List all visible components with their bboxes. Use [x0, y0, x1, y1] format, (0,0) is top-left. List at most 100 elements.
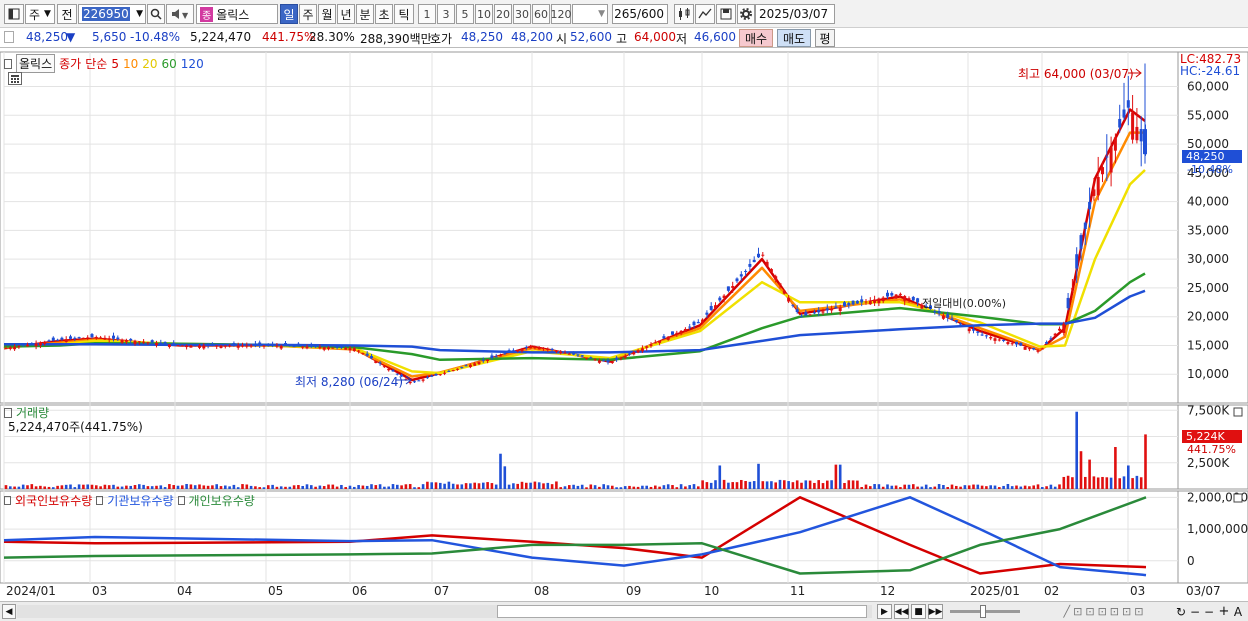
candle-body — [1062, 323, 1066, 334]
interval-3[interactable]: 3 — [437, 4, 455, 24]
volume-bar — [933, 486, 937, 489]
volume-bar — [598, 486, 601, 489]
code-input[interactable]: 226950 ▼ — [78, 4, 146, 24]
volume-bar — [99, 486, 102, 489]
period-label: 초 — [378, 7, 390, 22]
drawing-tools[interactable]: ╱⊡⊡⊡⊡⊡⊡ — [1040, 604, 1170, 619]
volume-bar — [628, 485, 631, 489]
candle-body — [365, 353, 369, 356]
interval-label: 5 — [461, 7, 469, 21]
x-axis-label: 10 — [704, 584, 719, 598]
interval-5[interactable]: 5 — [456, 4, 474, 24]
candle-body — [679, 330, 683, 334]
legend-box-icon — [4, 496, 11, 505]
period-tick[interactable]: 틱 — [394, 4, 414, 24]
volume-bar — [937, 484, 941, 489]
count-field[interactable]: 265 /600 — [612, 4, 668, 24]
candle-body — [623, 355, 627, 358]
ticker-tag[interactable]: 올릭스 — [16, 54, 56, 73]
draw-tool-icon[interactable] — [695, 4, 715, 24]
candle-body — [99, 337, 103, 339]
calculator-icon[interactable] — [8, 72, 22, 85]
interval-20[interactable]: 20 — [494, 4, 512, 24]
period-week[interactable]: 주 — [299, 4, 317, 24]
period-minute[interactable]: 분 — [356, 4, 374, 24]
legend-box-icon — [177, 496, 185, 505]
close-label: 종가 — [59, 57, 82, 71]
search-icon[interactable] — [147, 4, 165, 24]
market-select[interactable]: 주 ▼ — [25, 4, 55, 24]
scrollbar-thumb[interactable] — [497, 605, 867, 618]
candle-body — [155, 343, 158, 346]
volume-bar — [722, 479, 726, 489]
candle-body — [911, 296, 915, 301]
candle-body — [288, 345, 292, 347]
period-second[interactable]: 초 — [375, 4, 393, 24]
gear-icon[interactable] — [737, 4, 755, 24]
zoom-slider[interactable] — [950, 605, 1020, 618]
quote-bar: 48,250 ▼ 5,650 -10.48% 5,224,470 441.75%… — [0, 28, 1248, 48]
zoom-slider-thumb[interactable] — [980, 605, 986, 618]
interval-1[interactable]: 1 — [418, 4, 436, 24]
stock-name-field[interactable]: 종 올릭스 — [196, 4, 278, 24]
price-tick-label: 60,000 — [1187, 80, 1229, 94]
volume-bar — [692, 484, 696, 489]
scrollbar-track[interactable] — [17, 605, 872, 618]
candle-type-icon[interactable] — [674, 4, 694, 24]
candle-body — [56, 339, 60, 341]
candle-body — [1070, 288, 1074, 290]
zoom-fit-icon[interactable]: ↻ — [1174, 604, 1188, 619]
candle-body — [464, 365, 468, 367]
volume-bar — [370, 484, 373, 489]
period-month[interactable]: 월 — [318, 4, 336, 24]
scroll-right-icon[interactable]: ▶ — [877, 604, 892, 619]
stop-icon[interactable]: ■ — [911, 604, 926, 619]
stock-chart[interactable]: 2024/01 03 04 05 06 07 08 09 10 11 12 2025/01 02 03 03… — [0, 48, 1248, 601]
sell-button[interactable]: 매도 — [777, 29, 811, 47]
auto-scale-icon[interactable]: A — [1231, 604, 1245, 619]
zoom-in-icon[interactable]: + — [1217, 604, 1231, 619]
volume-bar — [1131, 478, 1134, 489]
minus-icon[interactable]: − — [1202, 604, 1216, 619]
interval-custom-select[interactable]: ▼ — [572, 4, 608, 24]
period-label: 년 — [340, 7, 352, 22]
volume-bar — [791, 482, 795, 489]
candle-body — [1109, 147, 1113, 173]
speaker-icon[interactable]: ▼ — [166, 4, 194, 24]
volume-bar — [361, 485, 365, 489]
candle-body — [855, 300, 859, 304]
interval-10[interactable]: 10 — [475, 4, 493, 24]
high-label: 고 — [616, 32, 628, 46]
volume-bar — [1109, 477, 1113, 489]
save-icon[interactable] — [716, 4, 736, 24]
volume-bar — [142, 484, 145, 489]
candle-body — [494, 356, 498, 358]
interval-60[interactable]: 60 — [532, 4, 550, 24]
even-button[interactable]: 평 — [815, 29, 835, 47]
candle-body — [610, 361, 614, 364]
pane-close-icon[interactable] — [1233, 407, 1243, 417]
institution-holding-label: 기관보유수량 — [107, 494, 174, 508]
interval-30[interactable]: 30 — [513, 4, 531, 24]
candle-body — [370, 356, 373, 359]
scroll-left-icon[interactable]: ◀ — [2, 604, 16, 619]
period-day[interactable]: 일 — [280, 4, 298, 24]
volume-bar — [322, 486, 326, 489]
buy-button[interactable]: 매수 — [739, 29, 773, 47]
candle-body — [499, 355, 502, 357]
forward-icon[interactable]: ▶▶ — [928, 604, 943, 619]
volume-bar — [679, 484, 683, 489]
volume-bar — [1071, 477, 1074, 489]
prev-button[interactable]: 전 — [57, 4, 77, 24]
interval-120[interactable]: 120 — [551, 4, 572, 24]
candle-body — [589, 357, 593, 359]
volume-bar — [795, 480, 799, 489]
rewind-icon[interactable]: ◀◀ — [894, 604, 909, 619]
period-year[interactable]: 년 — [337, 4, 355, 24]
volume-bar — [654, 485, 657, 489]
candle-body — [262, 345, 266, 347]
date-field[interactable]: 2025/03/07 — [755, 4, 835, 24]
zoom-out-icon[interactable]: − — [1189, 604, 1201, 619]
window-menu-icon[interactable] — [4, 4, 24, 24]
pane-close-icon[interactable] — [1233, 493, 1243, 503]
